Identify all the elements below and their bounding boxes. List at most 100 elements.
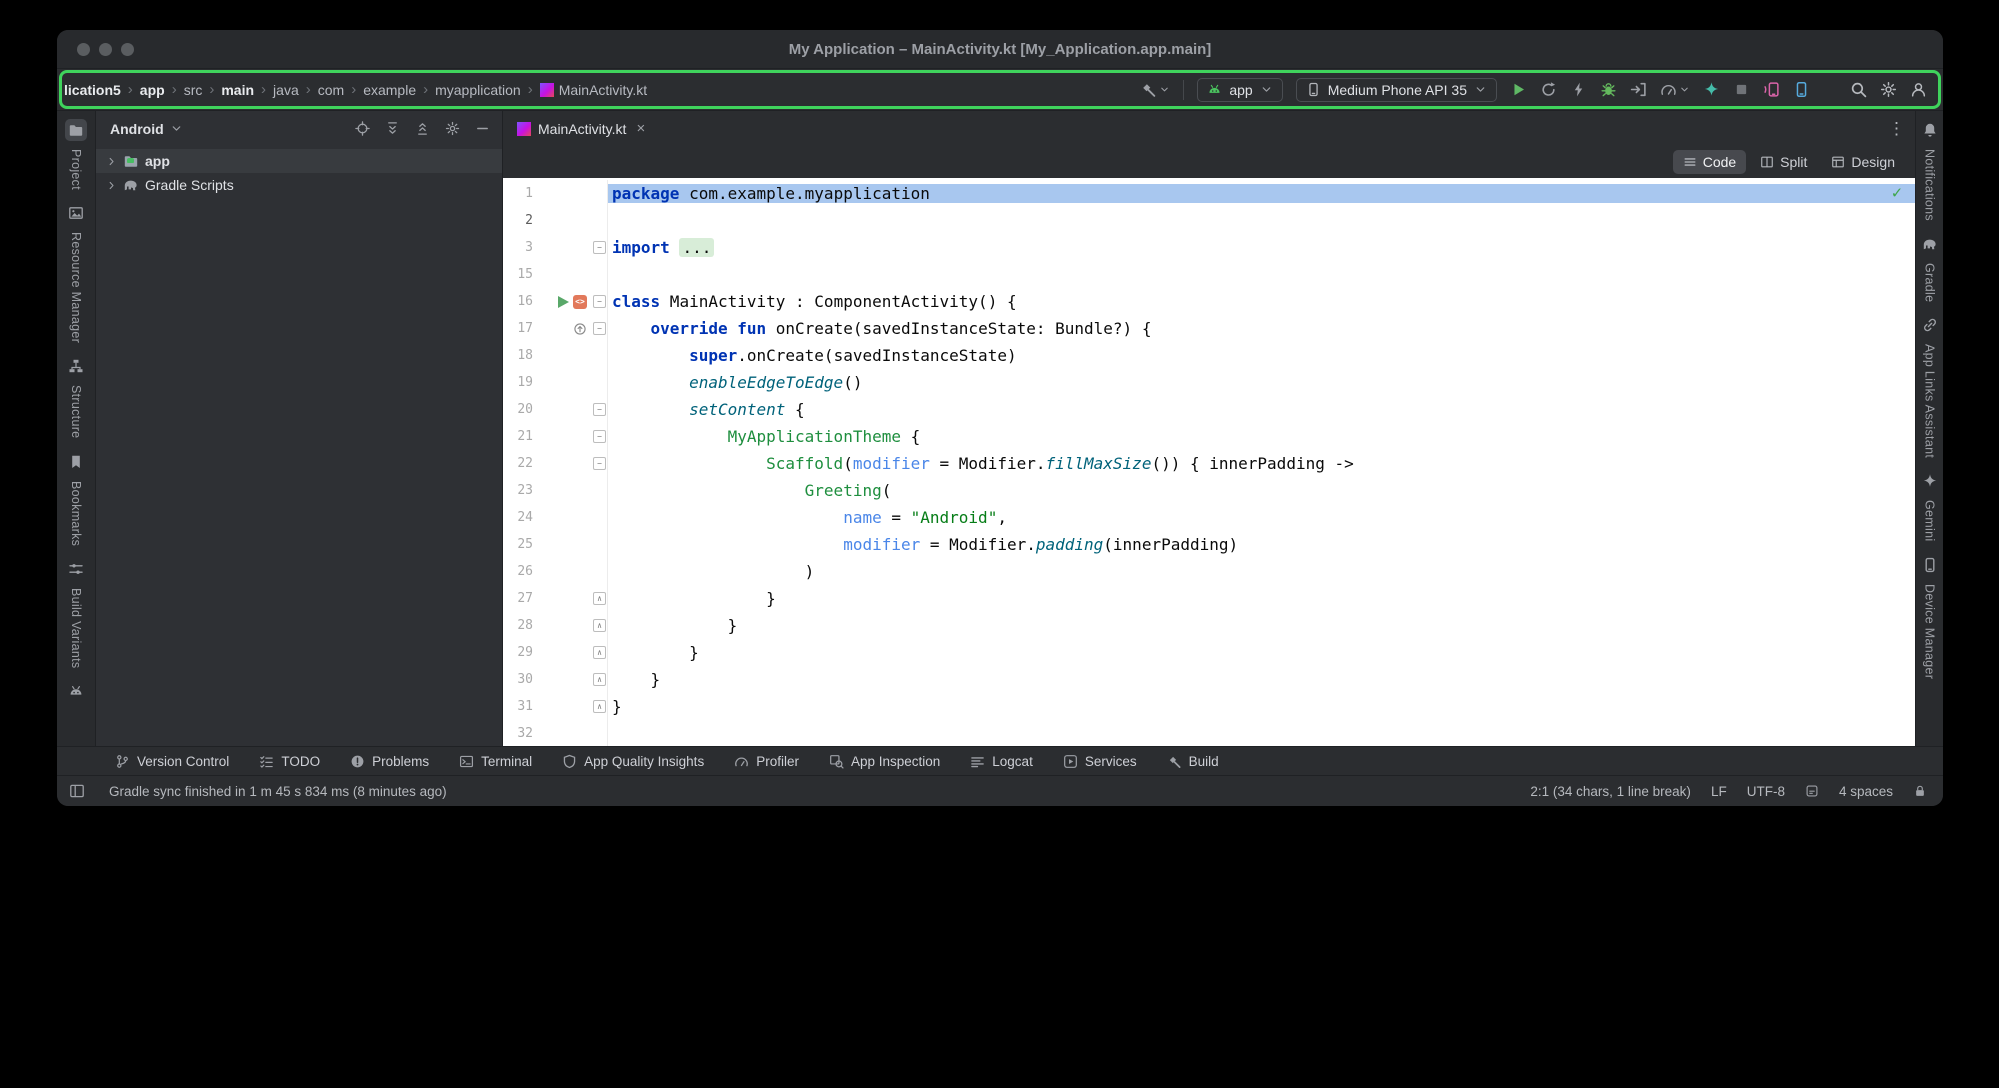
- code-line[interactable]: 32: [503, 720, 1915, 746]
- fold-marker[interactable]: −: [593, 403, 606, 416]
- editor-tab[interactable]: MainActivity.kt ×: [503, 111, 655, 146]
- collapse-all-button[interactable]: [415, 121, 430, 136]
- code-line[interactable]: 20− setContent {: [503, 396, 1915, 423]
- rerun-button[interactable]: [1540, 81, 1557, 98]
- view-mode-code[interactable]: Code: [1673, 150, 1746, 174]
- expand-all-button[interactable]: [385, 121, 400, 136]
- tool-window-terminal[interactable]: Terminal: [459, 754, 532, 769]
- code-line[interactable]: 29∧ }: [503, 639, 1915, 666]
- inspection-status-icon[interactable]: ✓: [1892, 183, 1902, 203]
- gemini-toolbar-button[interactable]: [1703, 81, 1720, 98]
- tool-window-build-variants[interactable]: Build Variants: [65, 558, 87, 668]
- tool-window-problems[interactable]: Problems: [350, 754, 429, 769]
- breadcrumb-item[interactable]: main: [221, 82, 254, 98]
- device-selector[interactable]: Medium Phone API 35: [1296, 78, 1497, 102]
- tool-window-gradle[interactable]: Gradle: [1919, 233, 1941, 302]
- code-line[interactable]: 3−import ...: [503, 234, 1915, 261]
- code-line[interactable]: 30∧ }: [503, 666, 1915, 693]
- indent-style[interactable]: 4 spaces: [1839, 784, 1893, 799]
- code-line[interactable]: 31∧}: [503, 693, 1915, 720]
- tool-window-structure[interactable]: Structure: [65, 355, 87, 438]
- breadcrumb-item[interactable]: example: [363, 82, 416, 98]
- code-line[interactable]: 21− MyApplicationTheme {: [503, 423, 1915, 450]
- caret-position[interactable]: 2:1 (34 chars, 1 line break): [1530, 784, 1691, 799]
- stop-button[interactable]: [1733, 81, 1750, 98]
- run-button[interactable]: [1510, 81, 1527, 98]
- locate-file-button[interactable]: [355, 121, 370, 136]
- tool-window-logcat[interactable]: Logcat: [970, 754, 1033, 769]
- code-line[interactable]: 28∧ }: [503, 612, 1915, 639]
- run-gutter-icon[interactable]: [558, 296, 569, 308]
- code-line[interactable]: 17− override fun onCreate(savedInstanceS…: [503, 315, 1915, 342]
- breadcrumb-item[interactable]: java: [273, 82, 299, 98]
- tool-window-todo[interactable]: TODO: [259, 754, 320, 769]
- fold-marker[interactable]: −: [593, 322, 606, 335]
- attach-debugger-button[interactable]: [1630, 81, 1647, 98]
- tool-window-services[interactable]: Services: [1063, 754, 1137, 769]
- fold-marker[interactable]: ∧: [593, 592, 606, 605]
- account-button[interactable]: [1910, 81, 1927, 98]
- tool-window-device-manager[interactable]: Device Manager: [1919, 554, 1941, 679]
- view-mode-design[interactable]: Design: [1821, 150, 1905, 174]
- title-bar[interactable]: My Application – MainActivity.kt [My_App…: [57, 30, 1943, 69]
- readonly-lock-icon[interactable]: [1913, 784, 1927, 798]
- code-line[interactable]: 19 enableEdgeToEdge(): [503, 369, 1915, 396]
- view-mode-split[interactable]: Split: [1750, 150, 1817, 174]
- minimize-window-button[interactable]: [99, 43, 112, 56]
- tool-window-bookmarks[interactable]: Bookmarks: [65, 451, 87, 546]
- tool-window-profiler[interactable]: Profiler: [734, 754, 799, 769]
- code-line[interactable]: 26 ): [503, 558, 1915, 585]
- fold-marker[interactable]: ∧: [593, 700, 606, 713]
- project-view-selector[interactable]: Android: [110, 121, 183, 137]
- breadcrumb-item[interactable]: com: [318, 82, 344, 98]
- code-editor[interactable]: ✓ 1package com.example.myapplication23−i…: [503, 178, 1915, 746]
- code-line[interactable]: 25 modifier = Modifier.padding(innerPadd…: [503, 531, 1915, 558]
- breadcrumb-item[interactable]: src: [184, 82, 203, 98]
- panel-options-button[interactable]: [445, 121, 460, 136]
- sync-project-button[interactable]: [1140, 81, 1170, 98]
- chevron-right-icon[interactable]: [106, 180, 117, 191]
- tool-window-build[interactable]: Build: [1167, 754, 1219, 769]
- breadcrumb-item[interactable]: lication5: [64, 82, 121, 98]
- tool-window-gemini[interactable]: Gemini: [1919, 470, 1941, 541]
- apply-changes-button[interactable]: [1570, 81, 1587, 98]
- file-encoding[interactable]: UTF-8: [1747, 784, 1785, 799]
- code-line[interactable]: 27∧ }: [503, 585, 1915, 612]
- code-line[interactable]: 18 super.onCreate(savedInstanceState): [503, 342, 1915, 369]
- tab-options-kebab-icon[interactable]: ⋮: [1888, 119, 1905, 139]
- fold-marker[interactable]: −: [593, 457, 606, 470]
- tool-window-notifications[interactable]: Notifications: [1919, 119, 1941, 221]
- tree-item-app[interactable]: app: [96, 149, 502, 173]
- tool-window-project[interactable]: Project: [65, 119, 87, 190]
- tool-windows-icon[interactable]: [69, 783, 85, 799]
- code-line[interactable]: 16<>−class MainActivity : ComponentActiv…: [503, 288, 1915, 315]
- code-line[interactable]: 15: [503, 261, 1915, 288]
- status-message[interactable]: Gradle sync finished in 1 m 45 s 834 ms …: [109, 784, 447, 799]
- chevron-right-icon[interactable]: [106, 156, 117, 167]
- device-mirroring-button[interactable]: [1763, 81, 1780, 98]
- tool-window-app-quality-insights[interactable]: App Quality Insights: [562, 754, 704, 769]
- tool-window-resource-manager[interactable]: Resource Manager: [65, 202, 87, 343]
- breadcrumb-item[interactable]: MainActivity.kt: [540, 82, 647, 98]
- settings-button[interactable]: [1880, 81, 1897, 98]
- fold-marker[interactable]: −: [593, 430, 606, 443]
- tool-window-logcat[interactable]: [65, 680, 87, 702]
- tool-window-app-links-assistant[interactable]: App Links Assistant: [1919, 314, 1941, 458]
- zoom-window-button[interactable]: [121, 43, 134, 56]
- fold-marker[interactable]: −: [593, 295, 606, 308]
- code-line[interactable]: 22− Scaffold(modifier = Modifier.fillMax…: [503, 450, 1915, 477]
- tree-item-gradle-scripts[interactable]: Gradle Scripts: [96, 173, 502, 197]
- breadcrumb-item[interactable]: app: [140, 82, 165, 98]
- tool-window-app-inspection[interactable]: App Inspection: [829, 754, 940, 769]
- breadcrumb-item[interactable]: myapplication: [435, 82, 521, 98]
- fold-marker[interactable]: ∧: [593, 646, 606, 659]
- code-line[interactable]: 1package com.example.myapplication: [503, 180, 1915, 207]
- debug-button[interactable]: [1600, 81, 1617, 98]
- code-line[interactable]: 2: [503, 207, 1915, 234]
- close-window-button[interactable]: [77, 43, 90, 56]
- code-line[interactable]: 24 name = "Android",: [503, 504, 1915, 531]
- line-separator[interactable]: LF: [1711, 784, 1727, 799]
- search-everywhere-button[interactable]: [1850, 81, 1867, 98]
- compose-gutter-icon[interactable]: <>: [573, 295, 587, 309]
- fold-marker[interactable]: ∧: [593, 619, 606, 632]
